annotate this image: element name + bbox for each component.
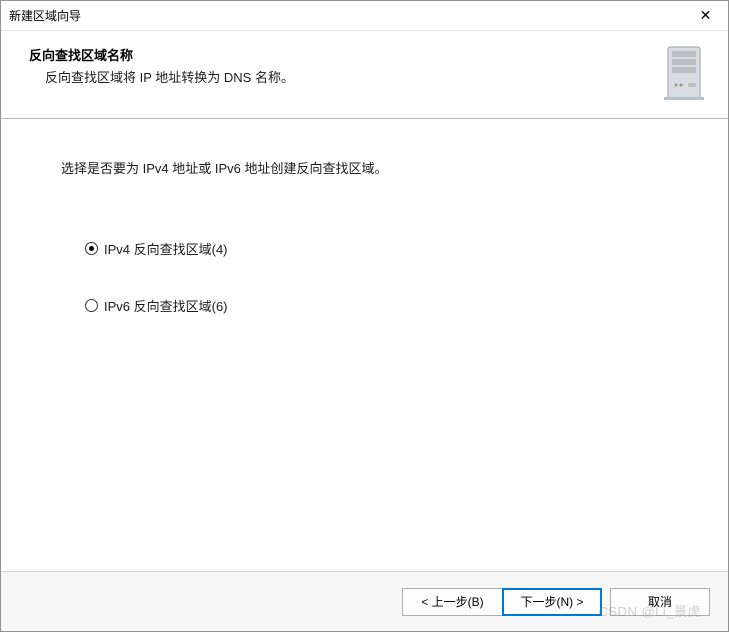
radio-icon — [85, 242, 98, 255]
zone-type-radio-group: IPv4 反向查找区域(4) IPv6 反向查找区域(6) — [85, 239, 668, 315]
ipv6-radio-option[interactable]: IPv6 反向查找区域(6) — [85, 296, 668, 315]
nav-button-group: < 上一步(B) 下一步(N) > — [402, 588, 602, 616]
wizard-window: 新建区域向导 ✕ 反向查找区域名称 反向查找区域将 IP 地址转换为 DNS 名… — [0, 0, 729, 632]
ipv6-radio-label: IPv6 反向查找区域(6) — [104, 296, 228, 315]
instruction-text: 选择是否要为 IPv4 地址或 IPv6 地址创建反向查找区域。 — [61, 159, 668, 179]
header-text: 反向查找区域名称 反向查找区域将 IP 地址转换为 DNS 名称。 — [29, 45, 650, 88]
wizard-footer: < 上一步(B) 下一步(N) > 取消 — [1, 571, 728, 631]
radio-icon — [85, 299, 98, 312]
back-button[interactable]: < 上一步(B) — [402, 588, 502, 616]
next-button[interactable]: 下一步(N) > — [502, 588, 602, 616]
ipv4-radio-option[interactable]: IPv4 反向查找区域(4) — [85, 239, 668, 258]
ipv4-radio-label: IPv4 反向查找区域(4) — [104, 239, 228, 258]
close-icon: ✕ — [700, 7, 712, 24]
cancel-button[interactable]: 取消 — [610, 588, 710, 616]
wizard-content: 选择是否要为 IPv4 地址或 IPv6 地址创建反向查找区域。 IPv4 反向… — [1, 119, 728, 571]
header-subtitle: 反向查找区域将 IP 地址转换为 DNS 名称。 — [45, 68, 650, 88]
header-title: 反向查找区域名称 — [29, 45, 650, 64]
server-icon — [660, 45, 708, 101]
close-button[interactable]: ✕ — [683, 1, 728, 30]
window-title: 新建区域向导 — [9, 7, 81, 24]
wizard-header: 反向查找区域名称 反向查找区域将 IP 地址转换为 DNS 名称。 — [1, 31, 728, 119]
titlebar: 新建区域向导 ✕ — [1, 1, 728, 31]
